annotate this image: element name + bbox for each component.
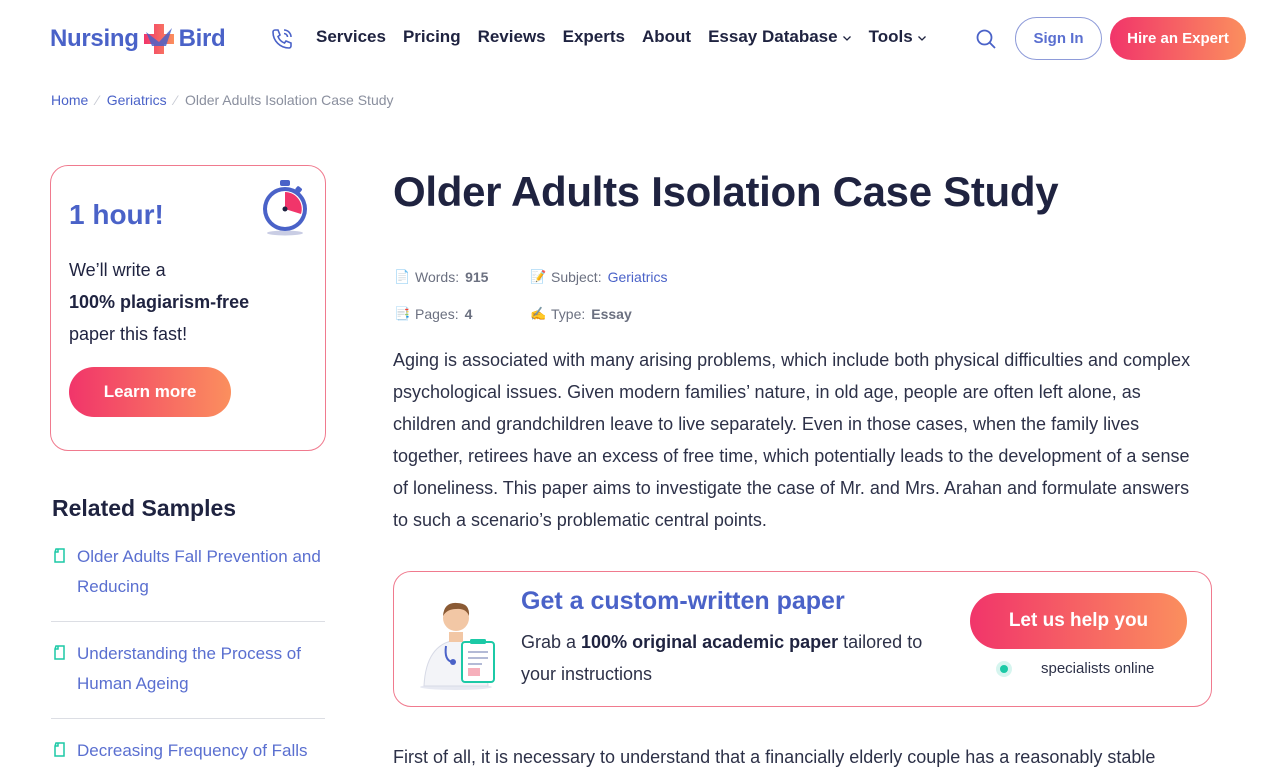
nav-reviews[interactable]: Reviews [478,27,546,47]
cta-text-bold: 100% original academic paper [581,632,839,652]
nav-essay-database[interactable]: Essay Database [708,27,851,47]
pages-icon: 📑 [394,306,411,321]
article-paragraph: Aging is associated with many arising pr… [393,350,1191,530]
meta-words-label: Words: [415,268,460,285]
nav-experts[interactable]: Experts [563,27,625,47]
site-header: Nursing Bird Services Pricing Reviews Ex… [0,0,1280,78]
promo-line-1: We’ll write a [69,260,166,280]
meta-pages: 📑 Pages: 4 [394,305,530,322]
memo-icon: 📝 [530,269,547,284]
chevron-down-icon [842,36,851,41]
document-icon [54,548,65,563]
article-meta: 📄 Words: 915 📝 Subject: Geriatrics 📑 Pag… [394,258,668,332]
search-icon[interactable] [975,28,997,50]
related-sample-link[interactable]: Older Adults Fall Prevention and Reducin… [77,547,321,596]
breadcrumb: Home ⁄ Geriatrics ⁄ Older Adults Isolati… [51,92,394,108]
breadcrumb-separator: ⁄ [96,92,99,108]
nav-about[interactable]: About [642,27,691,47]
promo-text: We’ll write a 100% plagiarism-free paper… [69,254,309,350]
nav-services[interactable]: Services [316,27,386,47]
online-status-dot-icon [1000,664,1008,673]
document-icon [54,742,65,757]
main-nav: Services Pricing Reviews Experts About E… [316,27,944,47]
writing-hand-icon: ✍ [530,306,547,321]
nav-tools-label: Tools [868,27,913,46]
site-logo[interactable]: Nursing Bird [50,20,226,58]
meta-type: ✍ Type: Essay [530,305,666,322]
related-samples-list: Older Adults Fall Prevention and Reducin… [51,542,325,768]
nav-tools[interactable]: Tools [869,27,927,47]
let-us-help-button[interactable]: Let us help you [970,593,1187,649]
meta-row: 📄 Words: 915 📝 Subject: Geriatrics [394,258,668,295]
promo-title: 1 hour! [69,199,164,230]
document-icon [54,645,65,660]
meta-type-label: Type: [551,305,586,322]
meta-subject: 📝 Subject: Geriatrics [530,268,668,285]
meta-subject-label: Subject: [551,268,602,285]
cta-text-pre: Grab a [521,632,582,652]
bird-cross-logo-icon [143,24,174,54]
page-icon: 📄 [394,269,411,284]
logo-text-left: Nursing [50,25,139,52]
breadcrumb-current: Older Adults Isolation Case Study [184,92,394,108]
breadcrumb-separator: ⁄ [174,92,177,108]
nav-pricing[interactable]: Pricing [403,27,461,47]
meta-row: 📑 Pages: 4 ✍ Type: Essay [394,295,666,332]
meta-type-value: Essay [591,305,632,322]
specialists-online-label: specialists online [1041,660,1155,677]
breadcrumb-home[interactable]: Home [51,92,88,108]
nav-essay-database-label: Essay Database [708,27,838,46]
meta-words: 📄 Words: 915 [394,268,530,285]
promo-line-2-bold: 100% plagiarism-free [69,292,250,312]
meta-words-value: 915 [465,268,489,285]
breadcrumb-category[interactable]: Geriatrics [107,92,167,108]
phone-icon[interactable] [270,27,294,51]
promo-line-2: 100% plagiarism-free [69,286,309,318]
page-title: Older Adults Isolation Case Study [393,168,1059,215]
doctor-illustration-icon [420,602,495,690]
related-sample-item[interactable]: Understanding the Process of Human Agein… [51,639,325,719]
related-sample-item[interactable]: Decreasing Frequency of Falls [51,736,325,768]
learn-more-button[interactable]: Learn more [69,367,231,417]
related-sample-link[interactable]: Understanding the Process of Human Agein… [77,644,301,693]
meta-subject-link[interactable]: Geriatrics [608,269,668,285]
cta-title: Get a custom-written paper [521,587,845,615]
related-sample-link[interactable]: Decreasing Frequency of Falls [77,741,308,760]
related-samples-title: Related Samples [52,495,237,521]
hire-expert-button[interactable]: Hire an Expert [1110,17,1246,60]
promo-card: 1 hour! We’ll write a 100% plagiarism-fr… [50,165,326,451]
specialists-online-status: specialists online [1000,660,1154,677]
custom-paper-cta: Get a custom-written paper Grab a 100% o… [393,571,1212,707]
cta-text: Grab a 100% original academic paper tail… [521,626,941,690]
promo-line-3: paper this fast! [69,324,188,344]
stopwatch-icon [263,180,307,236]
chevron-down-icon [917,36,926,41]
logo-text-right: Bird [178,25,226,52]
meta-pages-label: Pages: [415,305,459,322]
related-sample-item[interactable]: Older Adults Fall Prevention and Reducin… [51,542,325,622]
article-paragraph: First of all, it is necessary to underst… [393,747,1156,767]
sign-in-button[interactable]: Sign In [1015,17,1102,60]
meta-pages-value: 4 [464,305,473,322]
